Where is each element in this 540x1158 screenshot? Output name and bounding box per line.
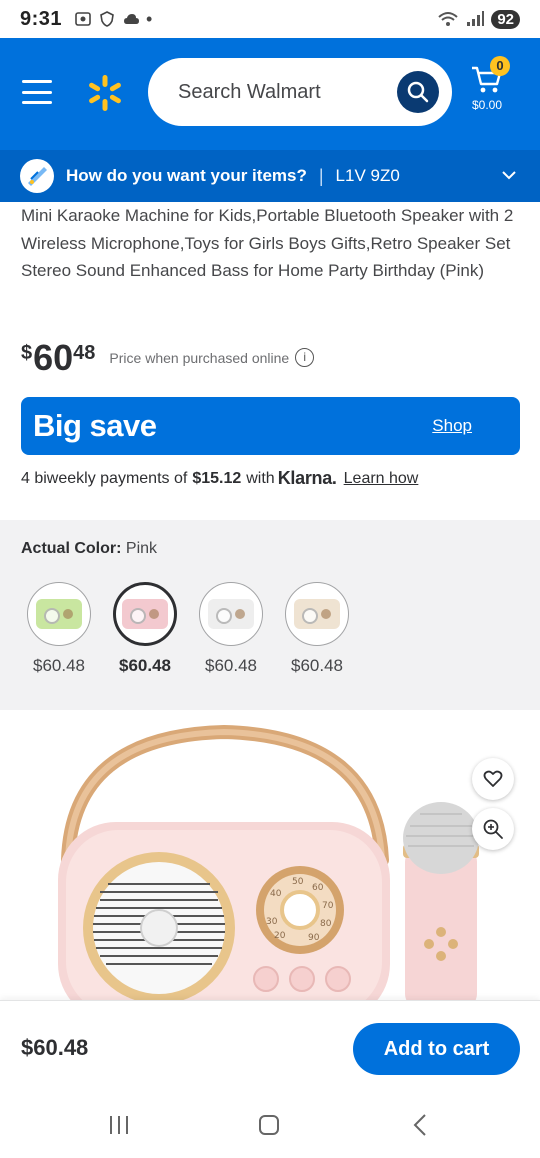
chevron-down-icon[interactable] bbox=[500, 166, 518, 184]
klarna-logo: Klarna. bbox=[277, 468, 337, 488]
klarna-amount: $15.12 bbox=[192, 469, 242, 487]
price-note: Price when purchased online bbox=[109, 350, 290, 366]
zoom-button[interactable] bbox=[472, 808, 514, 850]
karaoke-speaker-image: 40 50 60 70 8090 30 20 bbox=[58, 724, 479, 1002]
color-swatch-green[interactable]: $60.48 bbox=[27, 582, 91, 676]
cloud-icon bbox=[124, 14, 140, 24]
svg-text:90: 90 bbox=[308, 933, 320, 943]
system-nav-bar bbox=[0, 1092, 540, 1158]
search-icon bbox=[407, 81, 429, 103]
color-options: Actual Color: Pink $60.48 $60.48 $60.48 … bbox=[0, 520, 540, 710]
zoom-in-icon bbox=[483, 819, 503, 839]
price-row: $ 60 48 Price when purchased online i bbox=[21, 337, 315, 378]
svg-text:50: 50 bbox=[292, 877, 304, 887]
menu-icon[interactable] bbox=[22, 80, 52, 104]
swatch-price: $60.48 bbox=[291, 656, 343, 675]
product-title: Mini Karaoke Machine for Kids,Portable B… bbox=[21, 206, 514, 280]
svg-text:80: 80 bbox=[320, 919, 332, 929]
svg-text:20: 20 bbox=[274, 931, 286, 941]
color-swatch-beige[interactable]: $60.48 bbox=[285, 582, 349, 676]
learn-how-link[interactable]: Learn how bbox=[344, 470, 419, 488]
color-label-title: Actual Color: bbox=[21, 540, 122, 557]
search-input[interactable] bbox=[178, 80, 378, 104]
klarna-payments: 4 biweekly payments of $15.12 with Klarn… bbox=[21, 468, 418, 489]
bottom-price: $60.48 bbox=[21, 1035, 89, 1060]
price-dollars: 60 bbox=[33, 337, 74, 378]
add-to-cart-button[interactable]: Add to cart bbox=[353, 1023, 520, 1075]
swatch-image bbox=[27, 582, 91, 646]
swatch-price: $60.48 bbox=[205, 656, 257, 675]
swatch-image bbox=[199, 582, 263, 646]
header: 0 $0.00 bbox=[0, 38, 540, 150]
color-swatch-pink[interactable]: $60.48 bbox=[113, 582, 177, 676]
cart-total: $0.00 bbox=[472, 98, 503, 112]
price-currency: $ bbox=[21, 342, 33, 364]
swatch-price: $60.48 bbox=[119, 656, 171, 675]
svg-text:40: 40 bbox=[270, 889, 282, 899]
home-icon[interactable] bbox=[256, 1112, 282, 1138]
signal-icon bbox=[467, 11, 485, 26]
big-save-banner[interactable]: Big save Shop bbox=[21, 397, 520, 455]
delivery-postal-code: L1V 9Z0 bbox=[335, 166, 400, 185]
search-box[interactable] bbox=[148, 58, 452, 126]
battery-indicator: 92 bbox=[491, 9, 520, 29]
svg-text:70: 70 bbox=[322, 901, 334, 911]
status-right: 92 bbox=[437, 9, 520, 29]
walmart-spark-logo[interactable] bbox=[86, 74, 124, 112]
info-icon[interactable]: i bbox=[295, 348, 315, 367]
wifi-icon bbox=[438, 12, 458, 26]
big-save-title: Big save bbox=[33, 408, 157, 443]
color-selected-value: Pink bbox=[125, 540, 158, 557]
klarna-with: with bbox=[246, 469, 275, 487]
recent-apps-icon[interactable] bbox=[106, 1112, 132, 1138]
delivery-options-bar[interactable]: How do you want your items? | L1V 9Z0 bbox=[0, 150, 540, 202]
swatch-image bbox=[285, 582, 349, 646]
cart-count-badge: 0 bbox=[490, 56, 510, 76]
favorite-button[interactable] bbox=[472, 758, 514, 800]
menu-line bbox=[22, 80, 52, 83]
back-icon[interactable] bbox=[408, 1112, 434, 1138]
color-swatch-white[interactable]: $60.48 bbox=[199, 582, 263, 676]
screenshot-icon bbox=[75, 12, 91, 26]
svg-text:60: 60 bbox=[312, 883, 324, 893]
delivery-separator: | bbox=[318, 165, 324, 186]
status-bar: 9:31 • 92 bbox=[0, 0, 540, 38]
search-button[interactable] bbox=[397, 71, 439, 113]
price-cents: 48 bbox=[73, 342, 96, 364]
product-image[interactable]: 40 50 60 70 80 90 30 20 bbox=[0, 710, 540, 1002]
cart-button[interactable]: 0 $0.00 bbox=[468, 56, 524, 116]
menu-line bbox=[22, 101, 52, 104]
delivery-icon bbox=[20, 159, 54, 193]
bottom-purchase-bar: $60.48 Add to cart bbox=[0, 1000, 540, 1092]
klarna-prefix: 4 biweekly payments of bbox=[21, 469, 188, 487]
dot-icon: • bbox=[146, 8, 153, 29]
heart-icon bbox=[483, 770, 503, 787]
swatch-price: $60.48 bbox=[33, 656, 85, 675]
shield-icon bbox=[100, 11, 114, 27]
swatch-image bbox=[113, 582, 177, 646]
menu-line bbox=[22, 90, 52, 94]
delivery-question: How do you want your items? bbox=[66, 166, 307, 185]
shop-link[interactable]: Shop bbox=[432, 416, 472, 436]
color-label: Actual Color: Pink bbox=[21, 540, 157, 558]
status-time: 9:31 bbox=[20, 7, 63, 30]
notification-icons: • bbox=[74, 9, 152, 30]
svg-text:30: 30 bbox=[266, 917, 278, 927]
